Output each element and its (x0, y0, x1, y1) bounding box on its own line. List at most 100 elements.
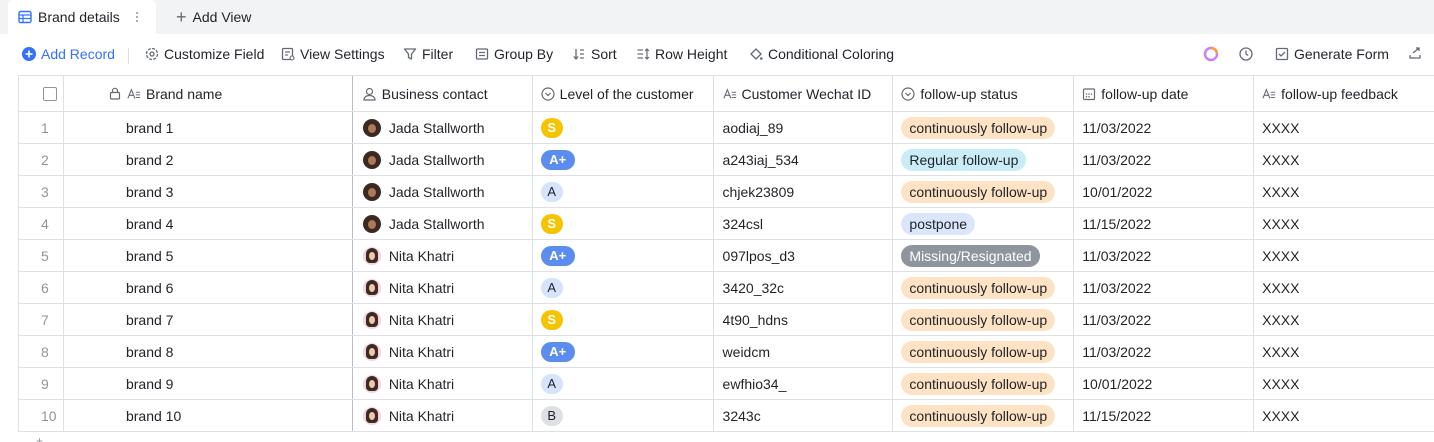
business-contact-cell[interactable]: Jada Stallworth (353, 144, 533, 175)
status-cell[interactable]: postpone (893, 208, 1075, 239)
feedback-cell[interactable]: XXXX (1254, 176, 1434, 207)
table-row[interactable]: 8 brand 8 Nita Khatri A+ weidcm continuously … (19, 336, 1434, 368)
add-record-button[interactable]: Add Record (22, 46, 115, 62)
share-icon[interactable] (1408, 46, 1422, 60)
status-cell[interactable]: Regular follow-up (893, 144, 1075, 175)
level-cell[interactable]: A+ (533, 240, 714, 271)
business-contact-cell[interactable]: Nita Khatri (353, 272, 533, 303)
status-cell[interactable]: Missing/Resignated (893, 240, 1075, 271)
feedback-cell[interactable]: XXXX (1254, 112, 1434, 143)
status-cell[interactable]: continuously follow-up (893, 368, 1075, 399)
status-cell[interactable]: continuously follow-up (893, 304, 1075, 335)
level-cell[interactable]: B (533, 400, 714, 431)
level-cell[interactable]: A (533, 368, 714, 399)
level-cell[interactable]: A+ (533, 144, 714, 175)
sort-button[interactable]: Sort (572, 46, 617, 62)
business-contact-cell[interactable]: Nita Khatri (353, 336, 533, 367)
feedback-cell[interactable]: XXXX (1254, 368, 1434, 399)
brand-name-cell[interactable]: brand 9 (64, 368, 353, 399)
date-cell[interactable]: 11/03/2022 (1074, 112, 1255, 143)
conditional-coloring-button[interactable]: Conditional Coloring (749, 46, 894, 62)
wechat-cell[interactable]: 324csl (714, 208, 894, 239)
table-row[interactable]: 6 brand 6 Nita Khatri A 3420_32c continuously… (19, 272, 1434, 304)
business-contact-cell[interactable]: Jada Stallworth (353, 176, 533, 207)
feedback-cell[interactable]: XXXX (1254, 400, 1434, 431)
brand-name-cell[interactable]: brand 2 (64, 144, 353, 175)
column-header-date[interactable]: follow-up date (1074, 76, 1255, 111)
customize-field-button[interactable]: Customize Field (145, 46, 264, 62)
wechat-cell[interactable]: a243iaj_534 (714, 144, 894, 175)
business-contact-cell[interactable]: Jada Stallworth (353, 208, 533, 239)
business-contact-cell[interactable]: Nita Khatri (353, 400, 533, 431)
date-cell[interactable]: 11/03/2022 (1074, 336, 1255, 367)
brand-name-cell[interactable]: brand 3 (64, 176, 353, 207)
feedback-cell[interactable]: XXXX (1254, 144, 1434, 175)
column-header-feedback[interactable]: follow-up feedback (1254, 76, 1434, 111)
table-row[interactable]: 1 brand 1 Jada Stallworth Saodiaj_89 continu… (19, 112, 1434, 144)
level-cell[interactable]: A+ (533, 336, 714, 367)
brand-name-cell[interactable]: brand 1 (64, 112, 353, 143)
date-cell[interactable]: 11/03/2022 (1074, 144, 1255, 175)
ai-assistant-icon[interactable] (1203, 46, 1219, 62)
business-contact-cell[interactable]: Jada Stallworth (353, 112, 533, 143)
feedback-cell[interactable]: XXXX (1254, 336, 1434, 367)
wechat-cell[interactable]: chjek23809 (714, 176, 894, 207)
brand-name-cell[interactable]: brand 4 (64, 208, 353, 239)
feedback-cell[interactable]: XXXX (1254, 272, 1434, 303)
column-header-status[interactable]: follow-up status (893, 76, 1075, 111)
wechat-cell[interactable]: 097lpos_d3 (714, 240, 894, 271)
business-contact-cell[interactable]: Nita Khatri (353, 304, 533, 335)
automation-icon[interactable] (1238, 46, 1254, 62)
status-cell[interactable]: continuously follow-up (893, 400, 1075, 431)
status-cell[interactable]: continuously follow-up (893, 272, 1075, 303)
date-cell[interactable]: 11/03/2022 (1074, 240, 1255, 271)
table-row[interactable]: 10 brand 10 Nita Khatri B 3243c continuously … (19, 400, 1434, 432)
date-cell[interactable]: 11/03/2022 (1074, 304, 1255, 335)
select-all-checkbox[interactable] (43, 86, 57, 101)
feedback-cell[interactable]: XXXX (1254, 304, 1434, 335)
wechat-cell[interactable]: weidcm (714, 336, 894, 367)
row-height-button[interactable]: Row Height (636, 46, 727, 62)
level-cell[interactable]: S (533, 112, 714, 143)
brand-name-cell[interactable]: brand 10 (64, 400, 353, 431)
feedback-cell[interactable]: XXXX (1254, 240, 1434, 271)
level-cell[interactable]: A (533, 176, 714, 207)
generate-form-button[interactable]: Generate Form (1275, 46, 1389, 62)
level-cell[interactable]: S (533, 304, 714, 335)
wechat-cell[interactable]: 3243c (714, 400, 894, 431)
more-options-icon[interactable] (131, 9, 143, 25)
feedback-cell[interactable]: XXXX (1254, 208, 1434, 239)
status-cell[interactable]: continuously follow-up (893, 176, 1075, 207)
status-cell[interactable]: continuously follow-up (893, 112, 1075, 143)
column-header-wechat[interactable]: Customer Wechat ID (714, 76, 894, 111)
brand-name-cell[interactable]: brand 6 (64, 272, 353, 303)
date-cell[interactable]: 10/01/2022 (1074, 368, 1255, 399)
brand-name-cell[interactable]: brand 7 (64, 304, 353, 335)
brand-name-cell[interactable]: brand 5 (64, 240, 353, 271)
table-row[interactable]: 4 brand 4 Jada Stallworth S 324csl postpone 11… (19, 208, 1434, 240)
table-row[interactable]: 9 brand 9 Nita Khatri Aewfhio34_ continuousl… (19, 368, 1434, 400)
wechat-cell[interactable]: aodiaj_89 (714, 112, 894, 143)
status-cell[interactable]: continuously follow-up (893, 336, 1075, 367)
business-contact-cell[interactable]: Nita Khatri (353, 368, 533, 399)
date-cell[interactable]: 11/15/2022 (1074, 400, 1255, 431)
table-row[interactable]: 3 brand 3 Jada Stallworth Achjek23809 contin… (19, 176, 1434, 208)
date-cell[interactable]: 10/01/2022 (1074, 176, 1255, 207)
table-row[interactable]: 7 brand 7 Nita Khatri S 4t90_hdns continuousl… (19, 304, 1434, 336)
view-settings-button[interactable]: View Settings (281, 46, 385, 62)
wechat-cell[interactable]: 3420_32c (714, 272, 894, 303)
business-contact-cell[interactable]: Nita Khatri (353, 240, 533, 271)
filter-button[interactable]: Filter (403, 46, 453, 62)
date-cell[interactable]: 11/15/2022 (1074, 208, 1255, 239)
column-header-brand-name[interactable]: Brand name (64, 76, 353, 111)
level-cell[interactable]: A (533, 272, 714, 303)
wechat-cell[interactable]: ewfhio34_ (714, 368, 894, 399)
level-cell[interactable]: S (533, 208, 714, 239)
wechat-cell[interactable]: 4t90_hdns (714, 304, 894, 335)
date-cell[interactable]: 11/03/2022 (1074, 272, 1255, 303)
add-view-button[interactable]: + Add View (176, 0, 251, 34)
group-by-button[interactable]: Group By (475, 46, 553, 62)
column-header-business-contact[interactable]: Business contact (353, 76, 533, 111)
brand-name-cell[interactable]: brand 8 (64, 336, 353, 367)
column-header-level[interactable]: Level of the customer (533, 76, 714, 111)
